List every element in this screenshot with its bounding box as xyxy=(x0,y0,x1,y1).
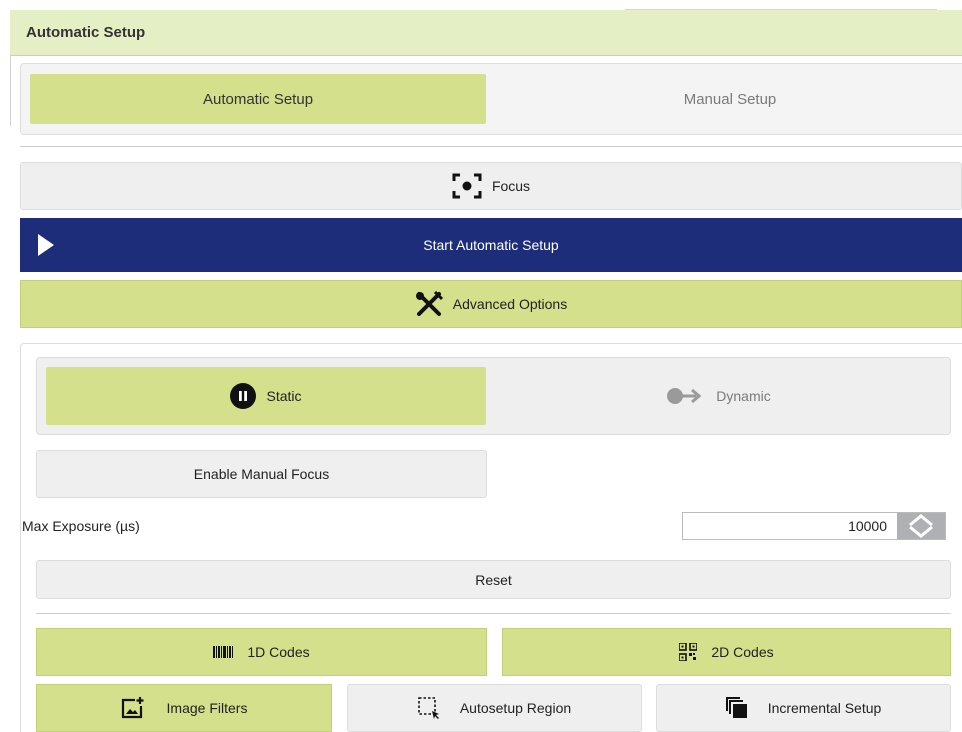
image-filters-label: Image Filters xyxy=(166,700,248,716)
options-divider xyxy=(36,613,951,614)
panel-title[interactable]: Automatic Setup xyxy=(10,10,962,56)
focus-button-label: Focus xyxy=(491,178,531,194)
spinner-arrows-icon xyxy=(909,514,933,538)
max-exposure-label: Max Exposure (µs) xyxy=(22,518,140,534)
barcode-icon xyxy=(213,646,234,658)
start-automatic-setup-label: Start Automatic Setup xyxy=(423,237,559,253)
play-icon xyxy=(38,234,54,256)
section-divider xyxy=(20,146,962,147)
focus-button[interactable]: Focus xyxy=(20,162,962,210)
start-automatic-setup-button[interactable]: Start Automatic Setup xyxy=(20,218,962,272)
autosetup-region-label: Autosetup Region xyxy=(459,700,572,716)
arrow-right-icon xyxy=(666,387,706,405)
qr-code-icon xyxy=(679,643,698,661)
exposure-spinner[interactable] xyxy=(897,513,945,539)
panel-title-text: Automatic Setup xyxy=(26,24,146,41)
focus-icon xyxy=(452,173,482,199)
stacked-copy-icon xyxy=(725,697,748,719)
2d-codes-label: 2D Codes xyxy=(711,644,774,660)
max-exposure-value: 10000 xyxy=(848,518,887,534)
pause-circle-icon xyxy=(230,383,257,409)
tools-icon xyxy=(415,291,443,317)
tab-manual-setup[interactable]: Manual Setup xyxy=(498,74,962,124)
autosetup-region-button[interactable]: Autosetup Region xyxy=(347,684,642,732)
reset-button[interactable]: Reset xyxy=(36,560,951,599)
enable-manual-focus-label: Enable Manual Focus xyxy=(193,466,330,482)
region-select-icon xyxy=(418,697,440,719)
tab-static[interactable]: Static xyxy=(46,367,486,425)
enable-manual-focus-button[interactable]: Enable Manual Focus xyxy=(36,450,487,498)
1d-codes-label: 1D Codes xyxy=(247,644,310,660)
advanced-options-button[interactable]: Advanced Options xyxy=(20,280,962,328)
image-filter-icon xyxy=(121,697,145,719)
top-strip xyxy=(625,0,937,10)
tab-static-label: Static xyxy=(266,388,302,404)
left-border xyxy=(10,56,11,126)
image-filters-button[interactable]: Image Filters xyxy=(36,684,332,732)
incremental-setup-button[interactable]: Incremental Setup xyxy=(656,684,951,732)
max-exposure-input[interactable]: 10000 xyxy=(682,512,946,540)
tab-automatic-setup[interactable]: Automatic Setup xyxy=(30,74,486,124)
advanced-options-label: Advanced Options xyxy=(452,296,568,312)
tab-automatic-setup-label: Automatic Setup xyxy=(202,90,314,108)
reset-button-label: Reset xyxy=(475,571,512,588)
tab-dynamic-label: Dynamic xyxy=(716,388,771,404)
incremental-setup-label: Incremental Setup xyxy=(767,700,882,716)
2d-codes-button[interactable]: 2D Codes xyxy=(502,628,951,676)
1d-codes-button[interactable]: 1D Codes xyxy=(36,628,487,676)
tab-manual-setup-label: Manual Setup xyxy=(683,90,777,108)
tab-dynamic[interactable]: Dynamic xyxy=(496,367,941,425)
